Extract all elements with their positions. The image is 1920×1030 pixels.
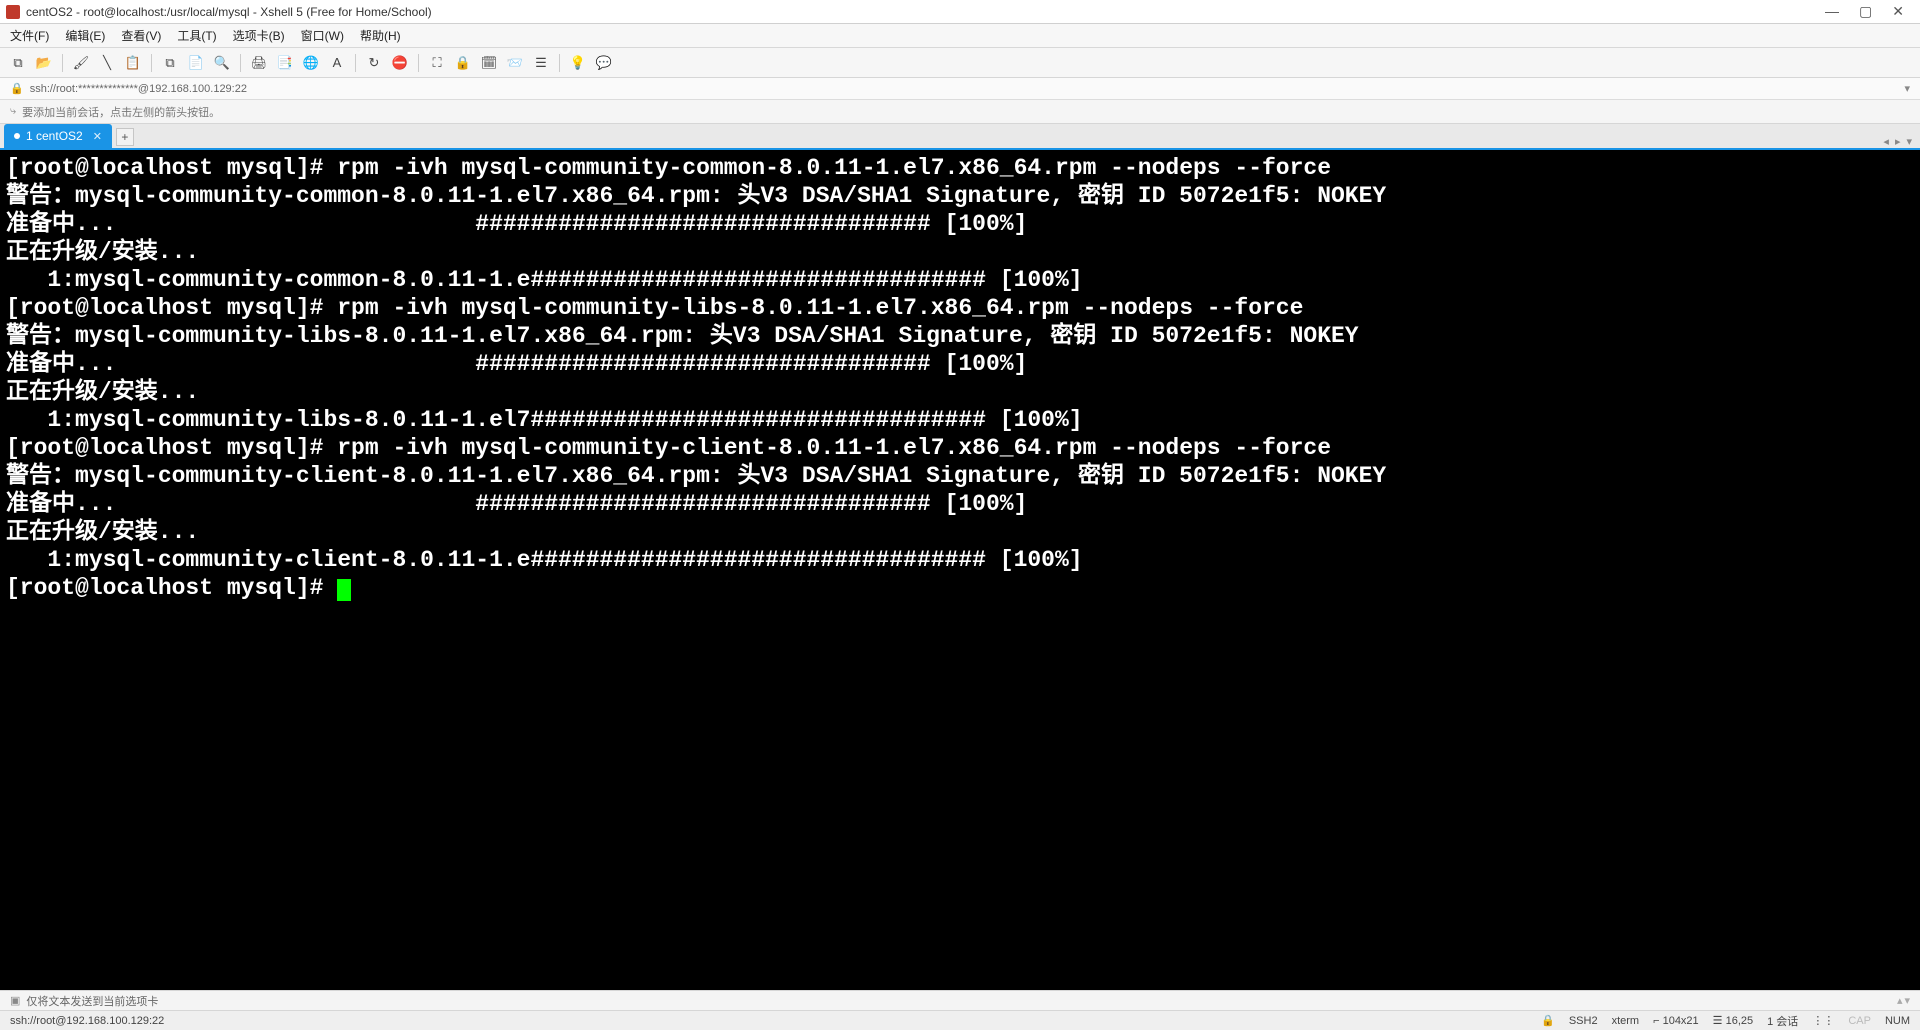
tab-close-icon[interactable]: ✕: [93, 130, 102, 143]
scroll-buttons: ▴ ▾: [1897, 994, 1910, 1007]
session-hint-text: 要添加当前会话，点击左侧的箭头按钮。: [22, 104, 220, 120]
scroll-down-icon[interactable]: ▾: [1904, 994, 1910, 1007]
lock-icon: 🔒: [10, 82, 24, 95]
new-session-icon[interactable]: ⧉: [8, 53, 28, 73]
lock-icon[interactable]: 🔒: [453, 53, 473, 73]
scroll-up-icon[interactable]: ▴: [1897, 994, 1903, 1007]
menu-window[interactable]: 窗口(W): [301, 27, 344, 44]
lamp-icon[interactable]: 💡: [568, 53, 588, 73]
print-icon[interactable]: 🖨: [249, 53, 269, 73]
separator: [355, 54, 356, 72]
minimize-button[interactable]: —: [1825, 3, 1839, 20]
status-cap: CAP: [1848, 1015, 1871, 1027]
calendar-icon[interactable]: 🗓: [479, 53, 499, 73]
chat-icon[interactable]: 💬: [594, 53, 614, 73]
menu-file[interactable]: 文件(F): [10, 27, 49, 44]
tab-strip: 1 centOS2 ✕ + ◂ ▸ ▾: [0, 124, 1920, 150]
status-term: xterm: [1612, 1015, 1640, 1027]
status-pos: ☰ 16,25: [1713, 1014, 1753, 1027]
toolbar: ⧉ 📂 🖌 ╲ 📋 ⧉ 📄 🔍 🖨 📑 🌐 A ↻ ⛔ ⛶ 🔒 🗓 📨 ☰ 💡 …: [0, 48, 1920, 78]
highlight-icon[interactable]: 🖌: [71, 53, 91, 73]
tab-label: 1 centOS2: [26, 129, 83, 143]
brush-icon[interactable]: ╲: [97, 53, 117, 73]
send-icon[interactable]: 📨: [505, 53, 525, 73]
tab-centos2[interactable]: 1 centOS2 ✕: [4, 124, 112, 148]
status-right: 🔒 SSH2 xterm ⌐ 104x21 ☰ 16,25 1 会话 ⋮⋮ CA…: [1541, 1013, 1910, 1029]
menu-help[interactable]: 帮助(H): [360, 27, 401, 44]
status-bar: ssh://root@192.168.100.129:22 🔒 SSH2 xte…: [0, 1010, 1920, 1030]
status-lock-icon: 🔒: [1541, 1014, 1555, 1027]
terminal-icon: ▣: [10, 994, 20, 1007]
status-ssh: SSH2: [1569, 1015, 1598, 1027]
separator: [418, 54, 419, 72]
status-connection: ssh://root@192.168.100.129:22: [10, 1015, 1541, 1027]
tab-prev-icon[interactable]: ◂: [1883, 135, 1889, 148]
maximize-button[interactable]: ▢: [1859, 3, 1872, 20]
stop-icon[interactable]: ⛔: [390, 53, 410, 73]
status-grip-icon: ⋮⋮: [1812, 1014, 1834, 1027]
window-title: centOS2 - root@localhost:/usr/local/mysq…: [26, 5, 1825, 19]
address-dropdown-icon[interactable]: ▾: [1904, 82, 1910, 95]
copy-icon[interactable]: ⧉: [160, 53, 180, 73]
terminal-cursor: [337, 579, 351, 601]
address-bar: 🔒 ssh://root:**************@192.168.100.…: [0, 78, 1920, 100]
menu-edit[interactable]: 编辑(E): [65, 27, 105, 44]
tab-pager: ◂ ▸ ▾: [1883, 135, 1920, 148]
title-bar: centOS2 - root@localhost:/usr/local/mysq…: [0, 0, 1920, 24]
rows-icon[interactable]: ☰: [531, 53, 551, 73]
window-controls: — ▢ ✕: [1825, 3, 1914, 20]
font-icon[interactable]: A: [327, 53, 347, 73]
menu-tabs[interactable]: 选项卡(B): [233, 27, 285, 44]
separator: [62, 54, 63, 72]
paste-icon[interactable]: 📄: [186, 53, 206, 73]
separator: [559, 54, 560, 72]
clipboard-icon[interactable]: 📑: [275, 53, 295, 73]
address-text[interactable]: ssh://root:**************@192.168.100.12…: [30, 83, 247, 95]
status-session: 1 会话: [1767, 1013, 1798, 1029]
close-button[interactable]: ✕: [1892, 3, 1904, 20]
refresh-icon[interactable]: ↻: [364, 53, 384, 73]
separator: [240, 54, 241, 72]
open-icon[interactable]: 📂: [34, 53, 54, 73]
status-num: NUM: [1885, 1015, 1910, 1027]
session-hint-bar: ⤷ 要添加当前会话，点击左侧的箭头按钮。: [0, 100, 1920, 124]
find-icon[interactable]: 🔍: [212, 53, 232, 73]
tab-list-icon[interactable]: ▾: [1906, 135, 1912, 148]
compose-bar: ▣ 仅将文本发送到当前选项卡 ▴ ▾: [0, 990, 1920, 1010]
globe-icon[interactable]: 🌐: [301, 53, 321, 73]
fullscreen-icon[interactable]: ⛶: [427, 53, 447, 73]
properties-icon[interactable]: 📋: [123, 53, 143, 73]
tab-add-button[interactable]: +: [116, 128, 134, 146]
app-icon: [6, 5, 20, 19]
menu-tools[interactable]: 工具(T): [177, 27, 216, 44]
add-session-icon[interactable]: ⤷: [10, 105, 16, 118]
compose-hint: 仅将文本发送到当前选项卡: [26, 993, 158, 1009]
terminal-output[interactable]: [root@localhost mysql]# rpm -ivh mysql-c…: [0, 150, 1920, 990]
separator: [151, 54, 152, 72]
menu-view[interactable]: 查看(V): [121, 27, 161, 44]
menu-bar: 文件(F) 编辑(E) 查看(V) 工具(T) 选项卡(B) 窗口(W) 帮助(…: [0, 24, 1920, 48]
tab-status-icon: [14, 133, 20, 139]
tab-next-icon[interactable]: ▸: [1895, 135, 1901, 148]
status-size: ⌐ 104x21: [1653, 1015, 1699, 1027]
